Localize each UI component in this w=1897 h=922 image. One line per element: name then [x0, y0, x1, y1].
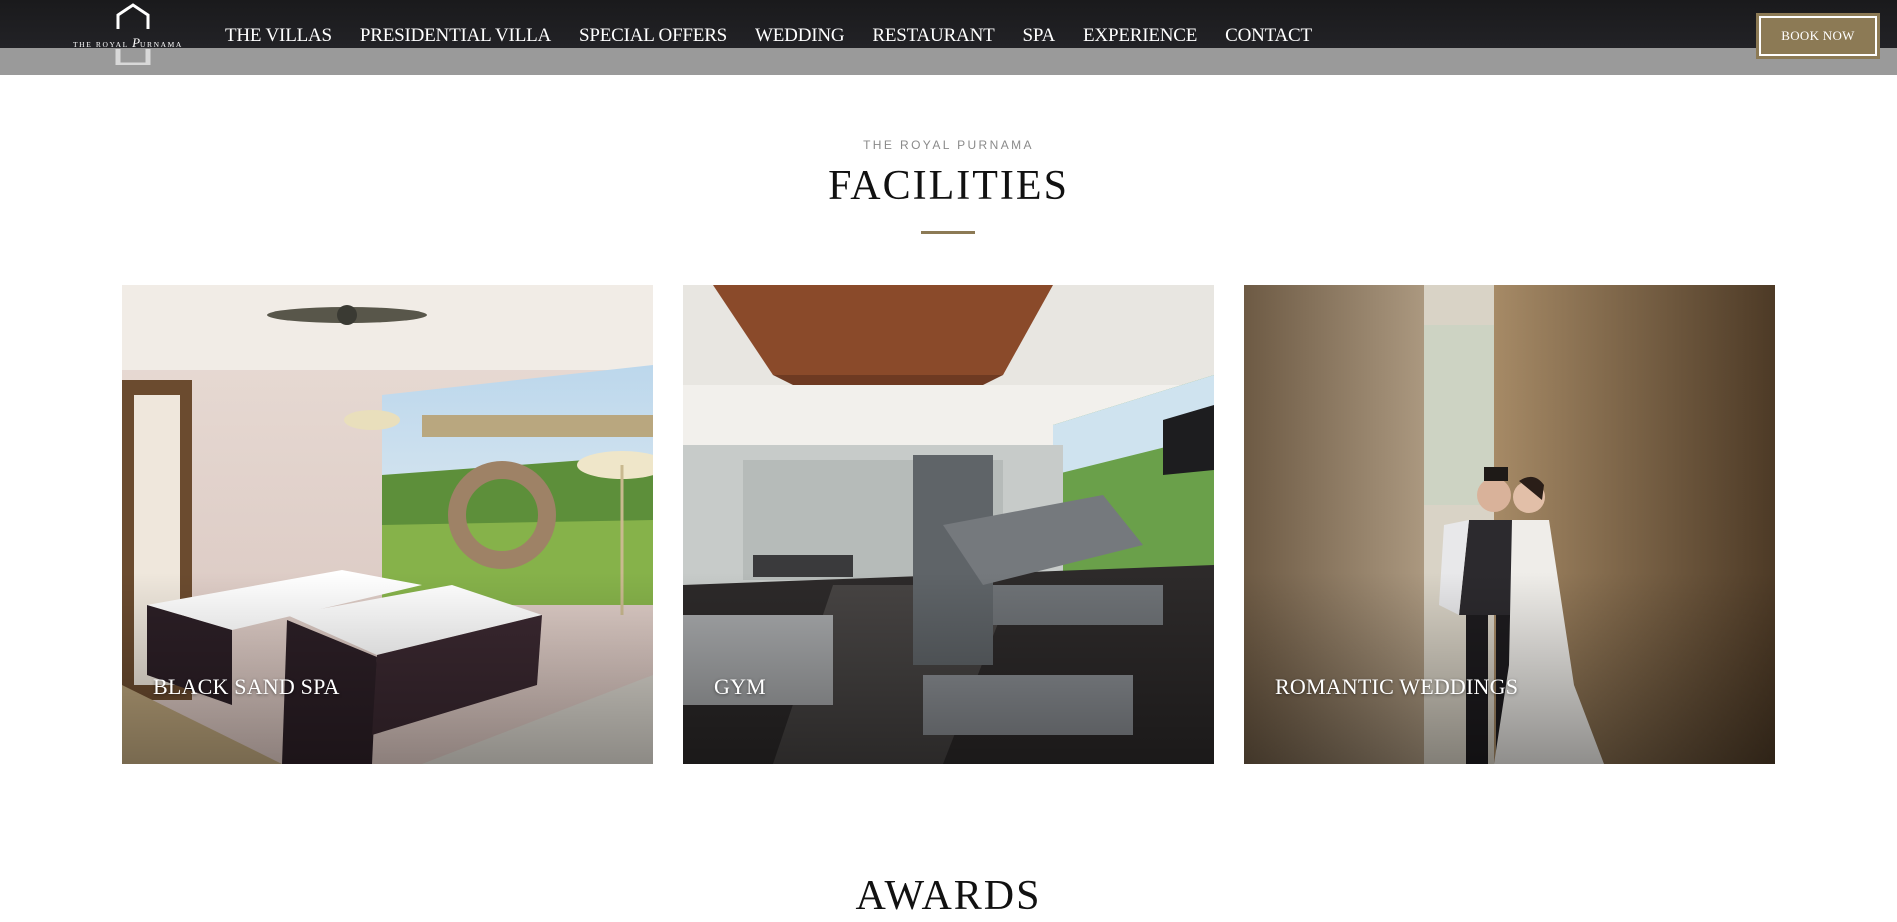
logo-text-urnama: URNAMA	[140, 40, 183, 49]
header-bottom-strip	[0, 48, 1897, 75]
section-eyebrow: THE ROYAL PURNAMA	[863, 138, 1034, 152]
nav-item-contact[interactable]: CONTACT	[1225, 24, 1312, 48]
title-divider	[921, 231, 975, 234]
nav-item-presidential-villa[interactable]: PRESIDENTIAL VILLA	[360, 24, 551, 48]
site-logo[interactable]: THE ROYAL PURNAMA	[68, 3, 198, 65]
nav-item-the-villas[interactable]: THE VILLAS	[225, 24, 332, 48]
logo-text-p: P	[132, 35, 141, 50]
book-now-button[interactable]: BOOK NOW	[1756, 13, 1880, 59]
main-menu: THE VILLAS PRESIDENTIAL VILLA SPECIAL OF…	[225, 24, 1340, 48]
facility-card-spa[interactable]: BLACK SAND SPA	[122, 285, 653, 764]
logo-text-the-royal: THE ROYAL	[73, 40, 129, 49]
nav-item-spa[interactable]: SPA	[1023, 24, 1056, 48]
facility-card-label: GYM	[714, 674, 766, 699]
nav-item-wedding[interactable]: WEDDING	[755, 24, 845, 48]
logo-wordmark: THE ROYAL PURNAMA	[73, 35, 197, 51]
facility-card-weddings[interactable]: ROMANTIC WEDDINGS	[1244, 285, 1775, 764]
facility-card-label: ROMANTIC WEDDINGS	[1275, 674, 1519, 699]
book-now-label: BOOK NOW	[1759, 16, 1877, 56]
facility-card-label: BLACK SAND SPA	[153, 674, 340, 699]
nav-item-special-offers[interactable]: SPECIAL OFFERS	[579, 24, 727, 48]
nav-item-experience[interactable]: EXPERIENCE	[1083, 24, 1197, 48]
facility-card-gym[interactable]: GYM	[683, 285, 1214, 764]
nav-item-restaurant[interactable]: RESTAURANT	[872, 24, 994, 48]
awards-title: AWARDS	[855, 873, 1042, 919]
facilities-title: FACILITIES	[828, 163, 1069, 209]
villa-roof-logo-icon	[115, 3, 151, 65]
